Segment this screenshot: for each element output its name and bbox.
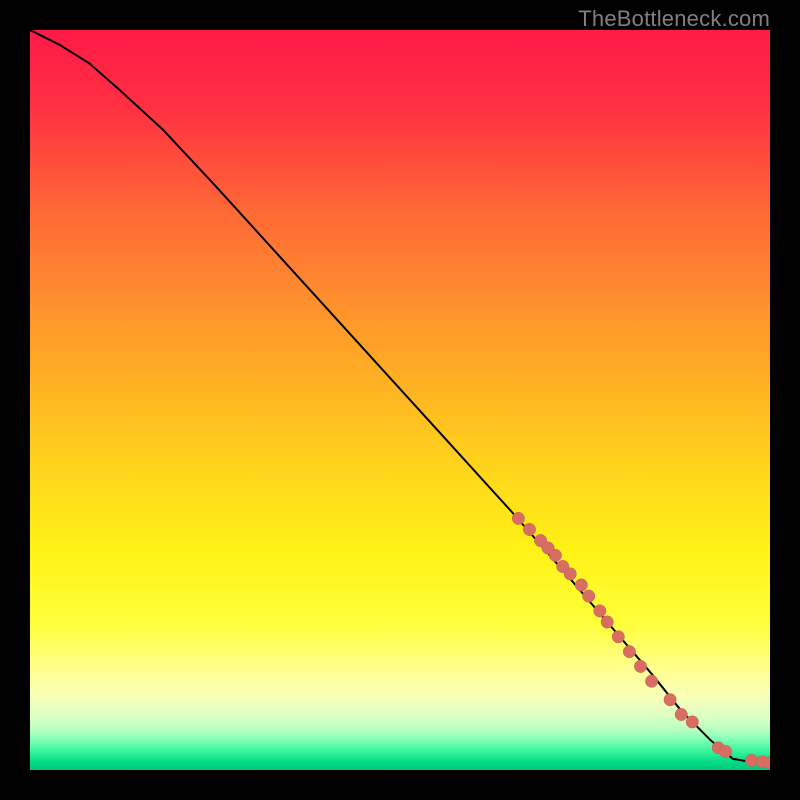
bottleneck-curve bbox=[30, 30, 770, 763]
plot-area bbox=[30, 30, 770, 770]
data-point bbox=[564, 568, 576, 580]
data-point bbox=[634, 660, 646, 672]
chart-overlay bbox=[30, 30, 770, 770]
chart-frame: TheBottleneck.com bbox=[0, 0, 800, 800]
data-point bbox=[575, 579, 587, 591]
data-point bbox=[549, 549, 561, 561]
data-point bbox=[686, 716, 698, 728]
watermark-text: TheBottleneck.com bbox=[578, 6, 770, 32]
data-point bbox=[594, 605, 606, 617]
data-point bbox=[612, 631, 624, 643]
data-point bbox=[719, 745, 731, 757]
data-point bbox=[512, 512, 524, 524]
data-markers bbox=[512, 512, 770, 769]
data-point bbox=[601, 616, 613, 628]
data-point bbox=[745, 754, 757, 766]
data-point bbox=[623, 645, 635, 657]
data-point bbox=[583, 590, 595, 602]
data-point bbox=[645, 675, 657, 687]
data-point bbox=[664, 694, 676, 706]
data-point bbox=[523, 523, 535, 535]
data-point bbox=[675, 708, 687, 720]
